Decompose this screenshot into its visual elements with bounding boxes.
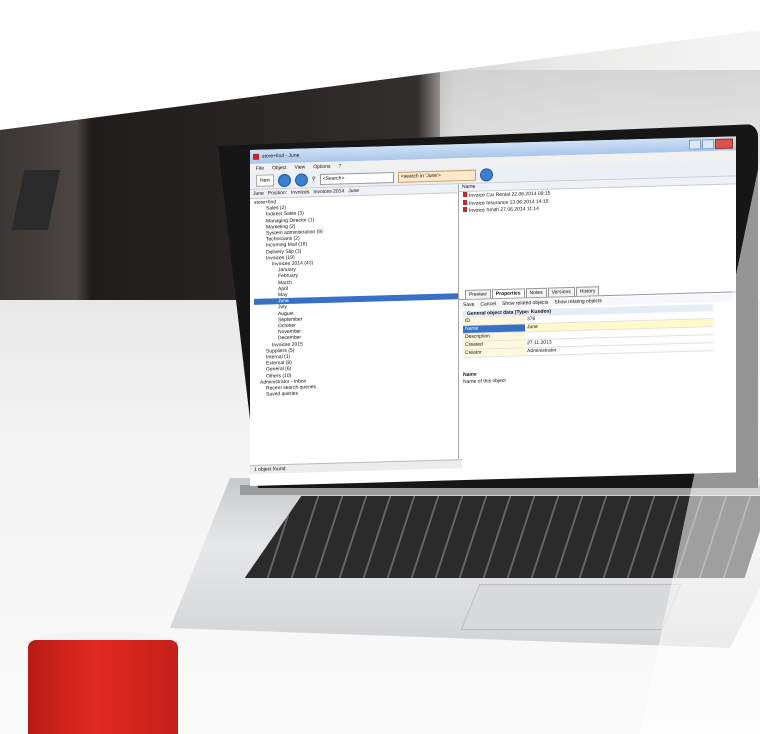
breadcrumb-item[interactable]: Invoices (291, 189, 309, 196)
pdf-icon (463, 199, 467, 205)
show-relating-button[interactable]: Show relating objects (554, 297, 602, 306)
main-area: June Position: Invoices Invoices 2014 Ju… (250, 176, 736, 474)
app-logo-icon (253, 153, 259, 160)
pdf-icon (463, 191, 467, 198)
tab-preview[interactable]: Preview (465, 289, 491, 299)
show-related-button[interactable]: Show related objects (502, 299, 548, 308)
breadcrumb-item[interactable]: Invoices 2014 (313, 188, 344, 195)
laptop-screen: store+find - June File Object View Optio… (250, 136, 736, 486)
menu-options[interactable]: Options (313, 163, 330, 169)
tree-panel: June Position: Invoices Invoices 2014 Ju… (250, 184, 462, 474)
red-cup (28, 640, 178, 734)
status-bar: 1 object found (250, 459, 462, 474)
tab-versions[interactable]: Versions (547, 286, 575, 297)
property-key: Creator (463, 348, 525, 358)
breadcrumb-item[interactable]: June (348, 188, 359, 194)
back-icon[interactable] (278, 173, 292, 187)
forward-icon[interactable] (295, 172, 309, 187)
close-button[interactable] (715, 138, 733, 150)
search-input[interactable]: <Search> (319, 171, 394, 185)
laptop-trackpad (460, 584, 682, 630)
new-button[interactable]: New (256, 174, 275, 187)
folder-title: June (253, 190, 264, 197)
tab-history[interactable]: History (575, 286, 600, 296)
position-label: Position: (267, 189, 288, 197)
search-scope-input[interactable]: <search in 'June'> (397, 169, 476, 183)
properties-grid: General object data (Type: Kunden) ID 376… (463, 304, 713, 359)
cancel-button[interactable]: Cancel (480, 300, 496, 308)
go-search-icon[interactable] (479, 167, 493, 182)
tab-properties[interactable]: Properties (491, 288, 525, 299)
save-button[interactable]: Save (463, 301, 474, 309)
property-help-text: Name of this object (463, 377, 506, 386)
folder-tree: store+find Sales (2) Indirect Sales (3) Man… (250, 193, 458, 398)
menu-file[interactable]: File (256, 165, 264, 171)
minimize-button[interactable] (689, 139, 701, 150)
menu-view[interactable]: View (295, 164, 306, 170)
menu-object[interactable]: Object (272, 164, 286, 170)
detail-panel: Name Invoice Car Rental 22.06.2014 09:15… (459, 176, 736, 468)
search-icon[interactable]: ⚲ (312, 176, 316, 182)
property-help: Name Name of this object (463, 371, 506, 386)
tab-notes[interactable]: Notes (525, 287, 547, 298)
menu-help[interactable]: ? (339, 163, 342, 169)
window-title: store+find - June (262, 152, 300, 160)
pdf-icon (463, 206, 467, 213)
new-label: New (260, 177, 271, 184)
list-item-label: Invoice Smith 27.06.2014 11:14 (469, 205, 539, 214)
maximize-button[interactable] (702, 139, 714, 150)
photo: store+find - June File Object View Optio… (0, 0, 760, 734)
